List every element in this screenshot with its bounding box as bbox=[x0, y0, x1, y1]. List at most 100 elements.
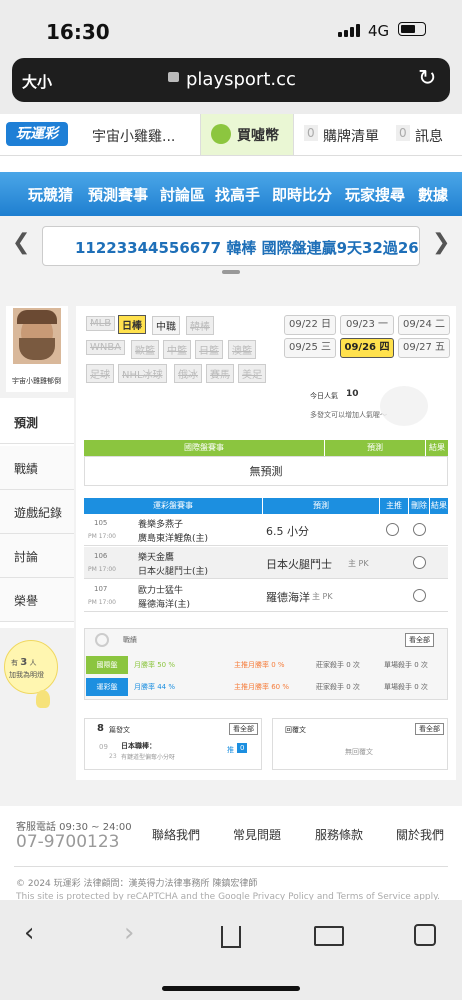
forward-icon[interactable]: › bbox=[124, 918, 134, 948]
league-au-basket[interactable]: 澳籃 bbox=[228, 340, 256, 359]
game-no: 107 bbox=[94, 585, 108, 593]
tabs-icon[interactable] bbox=[414, 924, 436, 946]
marquee-text[interactable]: 11223344556677 韓棒 國際盤連贏9天32過26 bbox=[75, 237, 419, 258]
text-size-button[interactable]: 大小 bbox=[22, 71, 52, 92]
date-0923[interactable]: 09/23 一 bbox=[340, 315, 394, 335]
record-lottery-win: 月勝率 44 % bbox=[134, 683, 176, 691]
date-0927[interactable]: 09/27 五 bbox=[398, 338, 450, 358]
prediction-pick: 羅德海洋 bbox=[266, 591, 310, 604]
date-0924[interactable]: 09/24 二 bbox=[398, 315, 450, 335]
avatar[interactable] bbox=[13, 308, 61, 364]
status-bar: 16:30 4G bbox=[0, 0, 462, 56]
menu-stats[interactable]: 數據 bbox=[418, 184, 448, 205]
record-intl-win: 月勝率 50 % bbox=[134, 661, 176, 669]
menu-live-score[interactable]: 即時比分 bbox=[272, 184, 332, 205]
date-0922[interactable]: 09/22 日 bbox=[284, 315, 336, 335]
home-indicator bbox=[162, 986, 300, 991]
delete-radio[interactable] bbox=[413, 589, 426, 602]
bookmarks-icon[interactable] bbox=[314, 926, 344, 946]
buy-coin-button[interactable]: 買噓幣 bbox=[200, 114, 294, 155]
team-away: 養樂多燕子 bbox=[138, 520, 184, 530]
sidebar-item-discussion[interactable]: 討論 bbox=[0, 534, 74, 578]
carousel-dots bbox=[222, 270, 240, 274]
sidebar-item-game-log[interactable]: 遊戲紀錄 bbox=[0, 490, 74, 534]
post-title[interactable]: 日本職棒： bbox=[121, 741, 156, 751]
sidebar-item-record[interactable]: 戰績 bbox=[0, 446, 74, 490]
record-title: 戰績 bbox=[123, 636, 137, 644]
league-ru-hockey[interactable]: 俄冰 bbox=[174, 364, 202, 383]
footer-contact[interactable]: 聯絡我們 bbox=[152, 826, 200, 843]
lottery-header-game: 運彩盤賽事 bbox=[84, 498, 262, 514]
footer-divider bbox=[14, 866, 448, 867]
league-jpb[interactable]: 日棒 bbox=[118, 315, 146, 334]
popularity-note: 多發文可以增加人氣喔～ bbox=[310, 411, 387, 419]
lightbulb-badge[interactable]: 有 3 人 加我為明燈 bbox=[4, 640, 58, 694]
date-0925[interactable]: 09/25 三 bbox=[284, 338, 336, 358]
league-horse[interactable]: 賽馬 bbox=[206, 364, 234, 383]
league-kbo[interactable]: 韓棒 bbox=[186, 316, 214, 335]
reload-icon[interactable]: ↻ bbox=[418, 66, 436, 91]
post-date-day: 23 bbox=[109, 753, 117, 760]
league-nfl[interactable]: 美足 bbox=[238, 364, 266, 383]
team-home: 日本火腿鬥士(主) bbox=[138, 567, 209, 577]
league-jp-basket[interactable]: 日籃 bbox=[195, 340, 223, 359]
menu-player-search[interactable]: 玩家搜尋 bbox=[345, 184, 405, 205]
record-lottery-main: 主推月勝率 60 % bbox=[234, 683, 290, 691]
replies-label: 回覆文 bbox=[285, 726, 306, 734]
back-icon[interactable]: ‹ bbox=[24, 918, 34, 948]
record-lottery-label: 運彩盤 bbox=[86, 678, 128, 696]
team-away: 樂天金鷹 bbox=[138, 553, 175, 563]
footer-terms[interactable]: 服務條款 bbox=[315, 826, 363, 843]
menu-predict[interactable]: 預測賽事 bbox=[88, 184, 148, 205]
league-eu-basket[interactable]: 歐籃 bbox=[131, 340, 159, 359]
record-lottery-kill: 莊家殺手 0 次 bbox=[316, 683, 360, 691]
post-push-count: 0 bbox=[237, 743, 248, 753]
lottery-header-predict: 預測 bbox=[263, 498, 379, 514]
lightbulb-icon bbox=[36, 690, 50, 708]
record-intl-kill: 莊家殺手 0 次 bbox=[316, 661, 360, 669]
share-icon[interactable] bbox=[221, 926, 241, 948]
record-view-all[interactable]: 看全部 bbox=[405, 633, 434, 647]
footer-faq[interactable]: 常見問題 bbox=[233, 826, 281, 843]
league-soccer[interactable]: 足球 bbox=[86, 364, 114, 383]
chevron-left-icon[interactable]: ❮ bbox=[12, 230, 30, 255]
game-time: PM 17:00 bbox=[88, 533, 116, 540]
table-row: 106 PM 17:00 樂天金鷹 日本火腿鬥士(主) 日本火腿鬥士 主 PK bbox=[84, 547, 448, 579]
league-wnba[interactable]: WNBA bbox=[86, 340, 126, 355]
chevron-right-icon[interactable]: ❯ bbox=[432, 230, 450, 255]
likes-line2: 加我為明燈 bbox=[9, 671, 44, 679]
service-label: 客服電話 09:30 ~ 24:00 bbox=[16, 822, 132, 833]
cart-link[interactable]: 購牌清單 bbox=[323, 126, 379, 146]
game-time: PM 17:00 bbox=[88, 599, 116, 606]
posts-view-all[interactable]: 看全部 bbox=[229, 723, 258, 735]
replies-view-all[interactable]: 看全部 bbox=[415, 723, 444, 735]
address-bar[interactable]: 大小 playsport.cc ↻ bbox=[12, 58, 450, 102]
site-topnav: 玩運彩 宇宙小雞雞... 買噓幣 0 購牌清單 0 訊息 bbox=[0, 114, 462, 156]
league-mlb[interactable]: MLB bbox=[86, 316, 116, 331]
service-phone[interactable]: 07-9700123 bbox=[16, 832, 119, 852]
sidebar-item-predict[interactable]: 預測 bbox=[0, 400, 74, 444]
menu-forum[interactable]: 討論區 bbox=[160, 184, 205, 205]
date-0926[interactable]: 09/26 四 bbox=[340, 338, 394, 358]
footer-about[interactable]: 關於我們 bbox=[396, 826, 444, 843]
msg-link[interactable]: 訊息 bbox=[415, 126, 443, 146]
delete-radio[interactable] bbox=[413, 523, 426, 536]
lock-icon bbox=[168, 72, 179, 82]
sidebar-item-honor[interactable]: 榮譽 bbox=[0, 578, 74, 622]
menu-find-expert[interactable]: 找高手 bbox=[215, 184, 260, 205]
user-name[interactable]: 宇宙小雞雞... bbox=[92, 126, 175, 146]
league-cn-basket[interactable]: 中籃 bbox=[163, 340, 191, 359]
league-nhl[interactable]: NHL冰球 bbox=[118, 364, 167, 383]
lottery-header-main: 主推 bbox=[380, 498, 408, 514]
league-cpbl[interactable]: 中職 bbox=[152, 316, 180, 335]
marquee-box[interactable]: 11223344556677 韓棒 國際盤連贏9天32過26 bbox=[42, 226, 420, 266]
main-push-radio[interactable] bbox=[386, 523, 399, 536]
delete-radio[interactable] bbox=[413, 556, 426, 569]
url-text[interactable]: playsport.cc bbox=[186, 69, 296, 90]
main-menu: 玩競猜 預測賽事 討論區 找高手 即時比分 玩家搜尋 數據 bbox=[0, 172, 462, 216]
site-logo[interactable]: 玩運彩 bbox=[6, 122, 68, 146]
post-snippet[interactable]: 有鍵道型偏奪小分呀 bbox=[121, 752, 175, 761]
post-label: 篇發文 bbox=[109, 726, 130, 734]
menu-guess[interactable]: 玩競猜 bbox=[28, 184, 73, 205]
browser-toolbar: ‹ › bbox=[0, 900, 462, 1000]
